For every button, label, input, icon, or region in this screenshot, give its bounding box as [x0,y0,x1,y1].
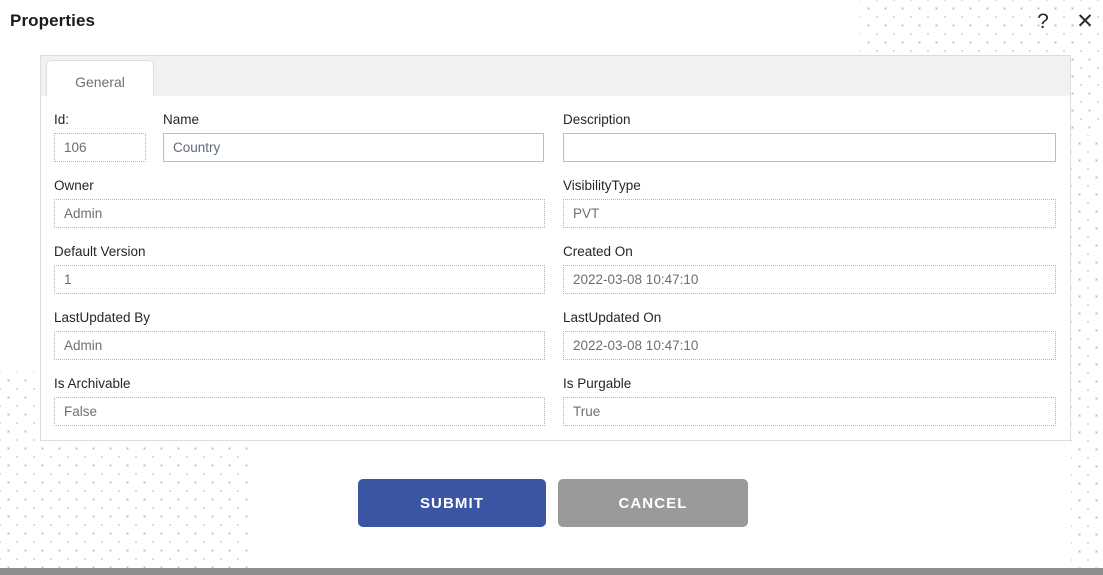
field-value-lastupdated-on[interactable]: 2022-03-08 10:47:10 [563,331,1056,360]
field-group-default-version: Default Version 1 [54,244,545,294]
field-group-is-archivable: Is Archivable False [54,376,545,426]
properties-form-panel: Id: 106 Name Country Description Owner A… [40,96,1071,441]
field-group-is-purgable: Is Purgable True [563,376,1056,426]
bottom-status-bar [0,568,1103,575]
field-label-default-version: Default Version [54,244,146,259]
field-value-is-purgable[interactable]: True [563,397,1056,426]
field-label-owner: Owner [54,178,94,193]
field-label-name: Name [163,112,200,127]
field-value-default-version[interactable]: 1 [54,265,545,294]
field-value-description[interactable] [563,133,1056,162]
field-label-visibilitytype: VisibilityType [563,178,641,193]
field-value-id[interactable]: 106 [54,133,146,162]
field-group-visibilitytype: VisibilityType PVT [563,178,1056,228]
field-group-id: Id: 106 [54,112,146,162]
field-label-id: Id: [54,112,70,127]
dot-pattern-background-right [1071,135,1103,568]
tab-general-label: General [75,73,125,90]
form-row: Owner Admin VisibilityType PVT [41,178,1070,244]
dialog-header: Properties ? ✕ [0,0,1103,46]
field-value-lastupdated-by[interactable]: Admin [54,331,545,360]
field-value-owner[interactable]: Admin [54,199,545,228]
field-label-created-on: Created On [563,244,633,259]
field-group-lastupdated-on: LastUpdated On 2022-03-08 10:47:10 [563,310,1056,360]
field-label-is-archivable: Is Archivable [54,376,131,391]
field-value-created-on[interactable]: 2022-03-08 10:47:10 [563,265,1056,294]
field-value-is-archivable[interactable]: False [54,397,545,426]
field-label-lastupdated-on: LastUpdated On [563,310,662,325]
field-label-is-purgable: Is Purgable [563,376,632,391]
cancel-button[interactable]: CANCEL [558,479,748,527]
field-group-lastupdated-by: LastUpdated By Admin [54,310,545,360]
field-label-lastupdated-by: LastUpdated By [54,310,151,325]
field-label-description: Description [563,112,631,127]
question-mark-icon[interactable]: ? [1029,8,1057,36]
field-group-name: Name Country [163,112,544,162]
form-row: Is Archivable False Is Purgable True [41,376,1070,442]
page-title: Properties [10,11,96,30]
field-value-name[interactable]: Country [163,133,544,162]
form-row: Id: 106 Name Country Description [41,112,1070,178]
field-group-created-on: Created On 2022-03-08 10:47:10 [563,244,1056,294]
field-group-description: Description [563,112,1056,162]
close-icon[interactable]: ✕ [1071,8,1099,36]
tab-strip: General [40,55,1071,102]
field-value-visibilitytype[interactable]: PVT [563,199,1056,228]
form-row: Default Version 1 Created On 2022-03-08 … [41,244,1070,310]
submit-button[interactable]: SUBMIT [358,479,546,527]
field-group-owner: Owner Admin [54,178,545,228]
form-row: LastUpdated By Admin LastUpdated On 2022… [41,310,1070,376]
